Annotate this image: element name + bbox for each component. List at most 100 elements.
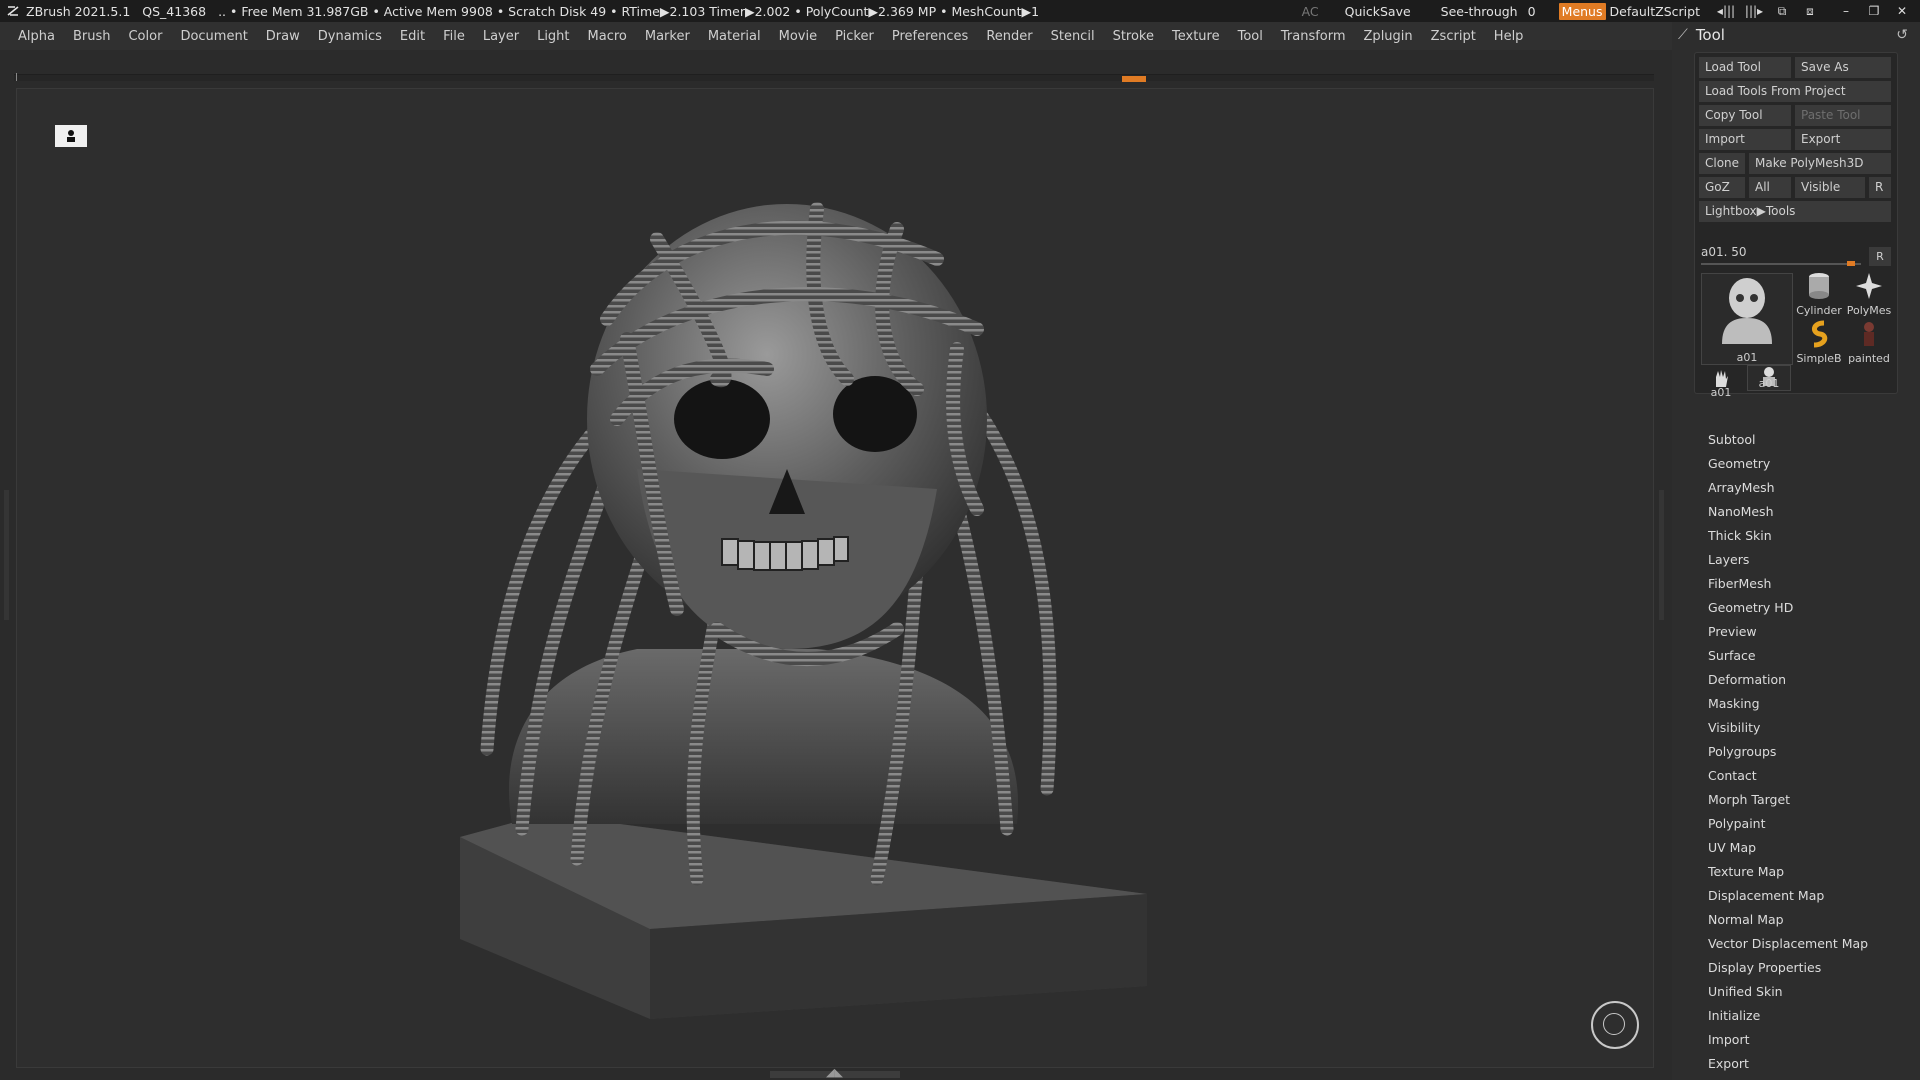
default-zscript-button[interactable]: DefaultZScript	[1610, 4, 1701, 19]
menu-dynamics[interactable]: Dynamics	[309, 29, 391, 44]
subpalette-texture-map[interactable]: Texture Map	[1708, 860, 1868, 884]
import-button[interactable]: Import	[1699, 129, 1791, 150]
reset-icon[interactable]: ↺	[1896, 27, 1908, 43]
menus-toggle-button[interactable]: Menus	[1558, 2, 1606, 20]
view-gizmo-icon[interactable]	[1591, 1001, 1639, 1049]
export-button[interactable]: Export	[1795, 129, 1891, 150]
layout-left-icon[interactable]: ◂|||	[1716, 4, 1736, 18]
subpalette-masking[interactable]: Masking	[1708, 692, 1868, 716]
slider-knob[interactable]	[1847, 261, 1856, 266]
tool-thumb-polymesh[interactable]: PolyMes	[1843, 271, 1895, 317]
goz-button[interactable]: GoZ	[1699, 177, 1745, 198]
close-icon[interactable]: ✕	[1892, 4, 1912, 18]
interface-icon[interactable]: ⧉	[1772, 4, 1792, 19]
menu-movie[interactable]: Movie	[770, 29, 826, 44]
subpalette-export[interactable]: Export	[1708, 1052, 1868, 1076]
tool-slider-r-button[interactable]: R	[1869, 247, 1891, 266]
subpalette-unified-skin[interactable]: Unified Skin	[1708, 980, 1868, 1004]
save-as-button[interactable]: Save As	[1795, 57, 1891, 78]
subpalette-fibermesh[interactable]: FiberMesh	[1708, 572, 1868, 596]
menu-picker[interactable]: Picker	[826, 29, 883, 44]
interface-swap-icon[interactable]: ⧈	[1800, 4, 1820, 19]
subpalette-polypaint[interactable]: Polypaint	[1708, 812, 1868, 836]
minimize-icon[interactable]: –	[1836, 4, 1856, 18]
menu-alpha[interactable]: Alpha	[0, 29, 64, 44]
subpalette-morph-target[interactable]: Morph Target	[1708, 788, 1868, 812]
subpalette-deformation[interactable]: Deformation	[1708, 668, 1868, 692]
left-tray-handle[interactable]	[4, 490, 9, 620]
subpalette-displacement-map[interactable]: Displacement Map	[1708, 884, 1868, 908]
subpalette-nanomesh[interactable]: NanoMesh	[1708, 500, 1868, 524]
timeline-track[interactable]	[14, 73, 1654, 82]
subpalette-arraymesh[interactable]: ArrayMesh	[1708, 476, 1868, 500]
subpalette-import[interactable]: Import	[1708, 1028, 1868, 1052]
subpalette-display-properties[interactable]: Display Properties	[1708, 956, 1868, 980]
subpalette-geometry[interactable]: Geometry	[1708, 452, 1868, 476]
menu-file[interactable]: File	[434, 29, 474, 44]
menu-layer[interactable]: Layer	[474, 29, 528, 44]
tool-thumb-bust[interactable]: a01	[1747, 365, 1791, 391]
menu-transform[interactable]: Transform	[1272, 29, 1355, 44]
menu-document[interactable]: Document	[171, 29, 256, 44]
load-tools-from-project-button[interactable]: Load Tools From Project	[1699, 81, 1891, 102]
subpalette-uv-map[interactable]: UV Map	[1708, 836, 1868, 860]
subpalette-preview[interactable]: Preview	[1708, 620, 1868, 644]
tool-thumb-simplebrush[interactable]: SimpleB	[1795, 319, 1843, 365]
tool-thumb-painted[interactable]: painted	[1843, 319, 1895, 365]
menu-material[interactable]: Material	[699, 29, 770, 44]
skull-bust-icon	[1722, 278, 1772, 344]
menu-zplugin[interactable]: Zplugin	[1355, 29, 1422, 44]
tool-slider-label: a01. 50	[1701, 245, 1747, 259]
menu-color[interactable]: Color	[119, 29, 171, 44]
subpalette-geometry-hd[interactable]: Geometry HD	[1708, 596, 1868, 620]
pin-icon[interactable]: ⟋	[1678, 27, 1688, 43]
subpalette-polygroups[interactable]: Polygroups	[1708, 740, 1868, 764]
subpalette-layers[interactable]: Layers	[1708, 548, 1868, 572]
paste-tool-button[interactable]: Paste Tool	[1795, 105, 1891, 126]
menu-tool[interactable]: Tool	[1229, 29, 1272, 44]
menu-stencil[interactable]: Stencil	[1042, 29, 1104, 44]
menu-texture[interactable]: Texture	[1163, 29, 1229, 44]
seethrough-slider[interactable]: See-through 0	[1440, 4, 1541, 25]
menu-stroke[interactable]: Stroke	[1104, 29, 1163, 44]
document-canvas[interactable]	[16, 88, 1654, 1068]
goz-visible-button[interactable]: Visible	[1795, 177, 1865, 198]
menu-preferences[interactable]: Preferences	[883, 29, 977, 44]
expand-arrow-icon: ◢◣	[826, 1066, 843, 1079]
subpalette-normal-map[interactable]: Normal Map	[1708, 908, 1868, 932]
menu-draw[interactable]: Draw	[257, 29, 309, 44]
load-tool-button[interactable]: Load Tool	[1699, 57, 1791, 78]
menu-render[interactable]: Render	[977, 29, 1041, 44]
subpalette-visibility[interactable]: Visibility	[1708, 716, 1868, 740]
copy-tool-button[interactable]: Copy Tool	[1699, 105, 1791, 126]
timeline-key-marker[interactable]	[1122, 76, 1146, 82]
clone-button[interactable]: Clone	[1699, 153, 1745, 174]
tool-thumb-hand[interactable]: a01	[1701, 367, 1741, 399]
right-tray-handle[interactable]	[1659, 490, 1664, 620]
menu-edit[interactable]: Edit	[391, 29, 434, 44]
subpalette-initialize[interactable]: Initialize	[1708, 1004, 1868, 1028]
bottom-tray-handle[interactable]: ◢◣	[770, 1066, 900, 1079]
tool-thumb-cylinder[interactable]: Cylinder	[1795, 271, 1843, 317]
layout-right-icon[interactable]: |||▸	[1744, 4, 1764, 18]
tool-thumb-a01-main[interactable]: a01	[1701, 273, 1793, 365]
menu-zscript[interactable]: Zscript	[1422, 29, 1485, 44]
subpalette-contact[interactable]: Contact	[1708, 764, 1868, 788]
goz-r-button[interactable]: R	[1869, 177, 1891, 198]
subpalette-thick-skin[interactable]: Thick Skin	[1708, 524, 1868, 548]
make-polymesh3d-button[interactable]: Make PolyMesh3D	[1749, 153, 1891, 174]
menu-light[interactable]: Light	[528, 29, 578, 44]
menu-help[interactable]: Help	[1485, 29, 1533, 44]
quicksave-button[interactable]: QuickSave	[1345, 4, 1411, 19]
menu-brush[interactable]: Brush	[64, 29, 120, 44]
menu-marker[interactable]: Marker	[636, 29, 699, 44]
subpalette-surface[interactable]: Surface	[1708, 644, 1868, 668]
restore-icon[interactable]: ❐	[1864, 4, 1884, 18]
subpalette-vector-displacement-map[interactable]: Vector Displacement Map	[1708, 932, 1868, 956]
menu-macro[interactable]: Macro	[579, 29, 636, 44]
goz-all-button[interactable]: All	[1749, 177, 1791, 198]
subpalette-subtool[interactable]: Subtool	[1708, 428, 1868, 452]
tool-palette-header[interactable]: ⟋ Tool ↺	[1672, 22, 1920, 48]
tool-count-slider[interactable]: a01. 50	[1701, 245, 1861, 266]
lightbox-tools-button[interactable]: Lightbox▶Tools	[1699, 201, 1891, 222]
